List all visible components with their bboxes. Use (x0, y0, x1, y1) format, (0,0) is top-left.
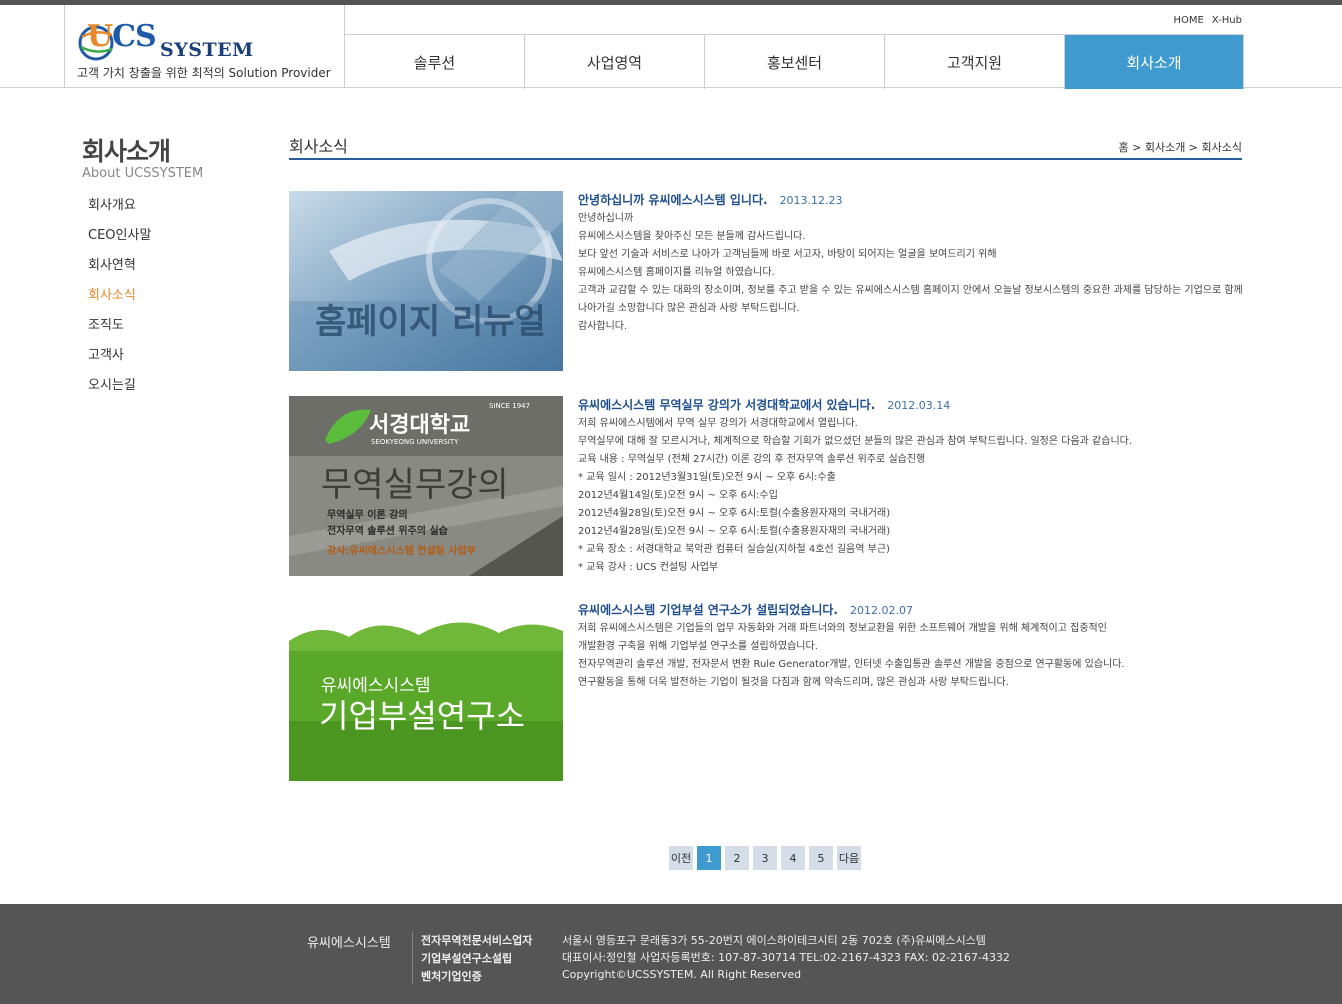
news-text-line: 2012년4월14일(토)오전 9시 ~ 오후 6시:수입 (578, 490, 778, 501)
footer-info: 서울시 영등포구 문래동3가 55-20번지 에이스하이테크시티 2동 702호… (562, 932, 1010, 983)
news-text-line: 보다 앞선 기술과 서비스로 나아가 고객님들께 바로 서고자, 바탕이 되어지… (578, 249, 997, 260)
footer-copyright: Copyright©UCSSYSTEM. All Right Reserved (562, 968, 802, 981)
news-date: 2012.03.14 (887, 399, 951, 412)
thumb-big: 기업부설연구소 (319, 697, 525, 735)
sidebar-item-ceo[interactable]: CEO인사말 (88, 224, 151, 254)
sidebar-subtitle: About UCSSYSTEM (82, 166, 204, 181)
x-hub-link[interactable]: X-Hub (1212, 15, 1242, 26)
thumb-main: 무역실무강의 (321, 465, 509, 505)
nav-item-business[interactable]: 사업영역 (525, 35, 705, 89)
thumb-sub1: 무역실무 이론 강의 (327, 508, 408, 521)
news-body: 유씨에스시스템 기업부설 연구소가 설립되었습니다. 2012.02.07 저희… (578, 601, 1243, 692)
pagination-next[interactable]: 다음 (837, 846, 861, 870)
news-date: 2012.02.07 (849, 604, 913, 617)
news-text-line: 개발환경 구축을 위해 기업부설 연구소를 설립하였습니다. (578, 641, 818, 652)
title-divider (289, 158, 1242, 160)
sidebar-item-clients[interactable]: 고객사 (88, 344, 151, 374)
thumb-sub3: 강사:유씨에스시스템 컨설팅 사업부 (327, 544, 476, 557)
footer-certifications: 전자무역전문서비스업자 기업부설연구소설립 벤처기업인증 (421, 932, 532, 986)
news-text-line: 저희 유씨에스시템에서 무역 실무 강의가 서경대학교에서 열립니다. (578, 418, 858, 429)
thumb-since: SINCE 1947 (489, 402, 530, 410)
pagination-page[interactable]: 5 (809, 846, 833, 870)
home-link[interactable]: HOME (1173, 15, 1203, 26)
news-title[interactable]: 유씨에스시스템 기업부설 연구소가 설립되었습니다. (578, 601, 838, 618)
thumb-sub2: 전자무역 솔루션 위주의 실습 (327, 524, 448, 537)
news-text-line: 감사합니다. (578, 321, 628, 332)
thumb-text: 홈페이지 리뉴얼 (315, 302, 546, 342)
news-text-line: 2012년4월28일(토)오전 9시 ~ 오후 6시:토컬(수출용원자재의 국내… (578, 508, 891, 519)
news-text-line: * 교육 강사 : UCS 컨설팅 사업부 (578, 562, 719, 573)
news-thumbnail-lab[interactable]: 유씨에스시스템 기업부설연구소 (289, 601, 563, 781)
news-text-line: * 교육 일시 : 2012년3월31일(토)오전 9시 ~ 오후 6시:수출 (578, 472, 836, 483)
news-thumbnail-lecture[interactable]: SINCE 1947 서경대학교 SEOKYEONG UNIVERSITY 무역… (289, 396, 563, 576)
site-header: UCS SYSTEM 고객 가치 창출을 위한 최적의 Solution Pro… (0, 5, 1342, 89)
sidebar-menu: 회사개요 CEO인사말 회사연혁 회사소식 조직도 고객사 오시는길 (88, 194, 151, 404)
pagination-page[interactable]: 1 (697, 846, 721, 870)
news-item: SINCE 1947 서경대학교 SEOKYEONG UNIVERSITY 무역… (289, 396, 1244, 576)
sidebar-title: 회사소개 (82, 137, 171, 166)
news-text-line: 안녕하십니까 (578, 213, 634, 224)
news-text-line: 유씨에스시스템을 찾아주신 모든 분들께 감사드립니다. (578, 231, 806, 242)
news-text-line: 무역실무에 대해 잘 모르시거나, 체계적으로 학습할 기회가 없으셨던 분들의… (578, 436, 1133, 447)
nav-item-company[interactable]: 회사소개 (1065, 35, 1244, 89)
logo-system-text: SYSTEM (160, 39, 254, 61)
footer-divider (412, 932, 413, 984)
news-title[interactable]: 유씨에스시스템 무역실무 강의가 서경대학교에서 있습니다. (578, 396, 875, 413)
logo-slogan: 고객 가치 창출을 위한 최적의 Solution Provider (77, 66, 331, 80)
news-date: 2013.12.23 (779, 194, 843, 207)
sidebar-item-directions[interactable]: 오시는길 (88, 374, 151, 404)
sidebar-item-history[interactable]: 회사연혁 (88, 254, 151, 284)
news-text-line: 교육 내용 : 무역실무 (전체 27시간) 이론 강의 후 전자무역 솔루션 … (578, 454, 926, 465)
page-title: 회사소식 (289, 137, 348, 156)
news-text-line: 고객과 교감할 수 있는 대화의 장소이며, 정보를 주고 받을 수 있는 유씨… (578, 285, 1243, 314)
news-title[interactable]: 안녕하십니까 유씨에스시스템 입니다. (578, 191, 768, 208)
logo-ucs-text: UCS (87, 19, 157, 54)
news-item: 홈페이지 리뉴얼 안녕하십니까 유씨에스시스템 입니다. 2013.12.23 … (289, 191, 1244, 371)
site-footer: 유씨에스시스템 전자무역전문서비스업자 기업부설연구소설립 벤처기업인증 서울시… (0, 904, 1342, 1004)
footer-cert: 기업부설연구소설립 (421, 952, 513, 965)
thumb-univ: 서경대학교 (369, 413, 470, 438)
news-item: 유씨에스시스템 기업부설연구소 유씨에스시스템 기업부설 연구소가 설립되었습니… (289, 601, 1244, 781)
footer-cert: 벤처기업인증 (421, 970, 482, 983)
footer-address: 서울시 영등포구 문래동3가 55-20번지 에이스하이테크시티 2동 702호… (562, 934, 986, 947)
breadcrumb: 홈 > 회사소개 > 회사소식 (1118, 141, 1243, 154)
sidebar-item-organization[interactable]: 조직도 (88, 314, 151, 344)
news-text-line: 2012년4월28일(토)오전 9시 ~ 오후 6시:토컬(수출용원자재의 국내… (578, 526, 891, 537)
news-text-line: 전자무역관리 솔루션 개발, 전자문서 변환 Rule Generator개발,… (578, 659, 1125, 670)
news-text-line: 연구활동을 통해 더욱 발전하는 기업이 될것을 다짐과 함께 약속드리며, 많… (578, 677, 1009, 688)
footer-cert: 전자무역전문서비스업자 (421, 934, 533, 947)
logo[interactable]: UCS SYSTEM 고객 가치 창출을 위한 최적의 Solution Pro… (64, 5, 345, 87)
pagination-page[interactable]: 2 (725, 846, 749, 870)
footer-company: 유씨에스시스템 (307, 936, 391, 951)
news-body: 유씨에스시스템 무역실무 강의가 서경대학교에서 있습니다. 2012.03.1… (578, 396, 1243, 577)
main-navigation: 솔루션 사업영역 홍보센터 고객지원 회사소개 (345, 34, 1244, 89)
news-body: 안녕하십니까 유씨에스시스템 입니다. 2013.12.23 안녕하십니까 유씨… (578, 191, 1243, 336)
nav-item-pr-center[interactable]: 홍보센터 (705, 35, 885, 89)
pagination-prev[interactable]: 이전 (669, 846, 693, 870)
utility-links: HOME X-Hub (1173, 15, 1242, 26)
news-thumbnail-renewal[interactable]: 홈페이지 리뉴얼 (289, 191, 563, 371)
nav-item-solution[interactable]: 솔루션 (345, 35, 525, 89)
thumb-univ-en: SEOKYEONG UNIVERSITY (371, 438, 459, 446)
thumb-small: 유씨에스시스템 (321, 676, 430, 696)
pagination-page[interactable]: 3 (753, 846, 777, 870)
news-text-line: 저희 유씨에스시스템은 기업들의 업무 자동화와 거래 파트너와의 정보교환을 … (578, 623, 1107, 634)
sidebar-item-news[interactable]: 회사소식 (88, 284, 151, 314)
pagination: 이전 1 2 3 4 5 다음 (669, 846, 861, 870)
news-text-line: 유씨에스시스템 홈페이지를 리뉴얼 하였습니다. (578, 267, 775, 278)
news-text-line: * 교육 장소 : 서경대학교 북악관 컴퓨터 실습실(지하철 4호선 길음역 … (578, 544, 890, 555)
pagination-page[interactable]: 4 (781, 846, 805, 870)
nav-item-support[interactable]: 고객지원 (885, 35, 1065, 89)
sidebar-item-overview[interactable]: 회사개요 (88, 194, 151, 224)
footer-business-info: 대표이사:정인철 사업자등록번호: 107-87-30714 TEL:02-21… (562, 951, 1010, 964)
